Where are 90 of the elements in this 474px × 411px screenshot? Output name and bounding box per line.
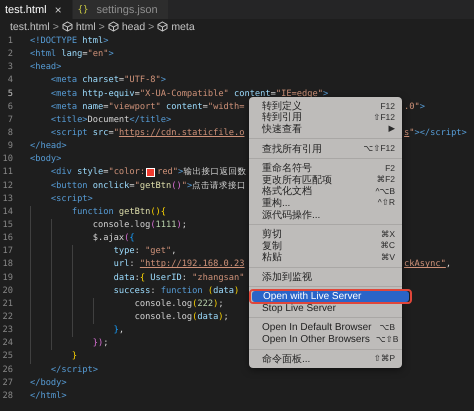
line-number: 25	[2, 350, 13, 364]
code-text: });	[92, 337, 108, 350]
menu-item[interactable]: 剪切 ⌘X	[251, 228, 400, 240]
menu-item[interactable]: 查找所有引用 ⌥⇧F12	[251, 142, 400, 154]
menu-item[interactable]: Open In Other Browsers ⌥⇧B	[251, 334, 400, 346]
tab-label: settings.json	[96, 4, 158, 16]
code-text: },	[112, 324, 124, 338]
line-number: 2	[6, 48, 13, 62]
code-text: .0">	[404, 100, 425, 114]
code-text: </body>	[30, 376, 67, 390]
breadcrumb-item[interactable]: head	[122, 20, 146, 32]
line-number: 16	[2, 232, 13, 246]
code-text: type: "get",	[112, 245, 176, 258]
line-number: 26	[2, 364, 13, 377]
code-text: success: function (data)	[112, 284, 240, 298]
line-number: 19	[2, 272, 13, 285]
code-text: <html lang="en">	[30, 48, 114, 62]
menu-item[interactable]: 快速查看 ▶	[251, 123, 400, 135]
line-number: 8	[6, 126, 13, 140]
menu-item[interactable]: 粘贴 ⌘V	[251, 252, 400, 264]
line-number: 18	[2, 258, 13, 272]
breadcrumb-item[interactable]: html	[76, 20, 96, 32]
code-text: <div style="color: red">输出接口返回数	[50, 166, 246, 180]
code-text: console.log(1111);	[92, 218, 187, 232]
menu-item[interactable]: Open In Default Browser ⌥B	[251, 322, 400, 334]
menu-item[interactable]: 转到引用 ⇧F12	[251, 112, 400, 124]
code-text: function getBtn(){	[70, 206, 166, 219]
code-text: console.log(data);	[134, 310, 229, 324]
code-text: <head>	[30, 61, 62, 74]
menu-item[interactable]: 添加到监视	[251, 271, 400, 283]
code-text: </head>	[30, 140, 67, 154]
line-number: 1	[6, 35, 13, 48]
line-number: 4	[6, 74, 13, 88]
menu-item[interactable]: 重构... ^⇧R	[251, 197, 400, 209]
menu-item[interactable]: 复制 ⌘C	[251, 240, 400, 252]
line-number: 28	[2, 390, 13, 403]
menu-item[interactable]: 转到定义 F12	[251, 100, 400, 112]
code-text: s"></script>	[404, 126, 467, 140]
line-number: 22	[2, 310, 13, 324]
breadcrumb-item[interactable]: meta	[171, 20, 195, 32]
code-text: <script src="https://cdn.staticfile.o	[50, 126, 244, 140]
code-text: <meta charset="UTF-8">	[50, 74, 166, 88]
line-number: 13	[2, 192, 13, 206]
menu-item[interactable]: Stop Live Server	[251, 302, 400, 314]
line-number: 27	[2, 376, 13, 390]
code-text: <body>	[30, 153, 62, 166]
menu-item[interactable]: 格式化文档 ^⌥B	[251, 186, 400, 198]
menu-item[interactable]: 命令面板... ⇧⌘P	[251, 353, 400, 365]
line-number: 17	[2, 245, 13, 258]
code-text: </html>	[30, 390, 67, 403]
code-text: console.log(222);	[134, 298, 224, 311]
line-number: 3	[6, 61, 13, 74]
line-number: 20	[2, 284, 13, 298]
line-number: 7	[6, 114, 13, 127]
code-text: <button onclick="getBtn()">点击请求接口	[50, 180, 246, 193]
menu-item[interactable]: 重命名符号 F2	[251, 162, 400, 174]
line-number: 9	[6, 140, 13, 154]
code-text: $.ajax({	[92, 232, 135, 246]
menu-item[interactable]: Open with Live Server	[252, 290, 409, 302]
menu-item[interactable]: 源代码操作...	[251, 208, 400, 220]
line-number: 11	[2, 166, 13, 180]
code-text: data:{ UserID: "zhangsan"	[112, 272, 244, 285]
code-text: </script>	[50, 364, 98, 377]
code-text: <!DOCTYPE html>	[30, 35, 108, 48]
code-text: <title>Document</title>	[50, 114, 172, 127]
chevron-icon: >	[52, 20, 59, 32]
line-number: 24	[2, 337, 13, 350]
editor-tab[interactable]: test.html ×	[0, 0, 72, 19]
tab-label: test.html	[5, 4, 47, 16]
chevron-icon: >	[98, 20, 105, 32]
close-icon[interactable]: ×	[54, 2, 62, 16]
code-text: url: "http://192.168.0.23	[112, 258, 244, 272]
line-number: 14	[2, 206, 13, 219]
code-text: <meta http-equiv="X-UA-Compatible" content="IE=edge">	[50, 88, 328, 100]
editor-tab[interactable]: {} settings.json	[72, 0, 168, 19]
line-number: 23	[2, 324, 13, 338]
line-number: 10	[2, 153, 13, 166]
chevron-icon: >	[148, 20, 154, 32]
menu-item[interactable]: 更改所有匹配项 ⌘F2	[251, 174, 400, 186]
code-text: <script>	[50, 192, 93, 206]
code-text: ckAsync",	[404, 258, 452, 272]
line-number: 5	[6, 88, 13, 101]
json-icon: {}	[78, 4, 88, 14]
breadcrumb-item[interactable]: test.html	[10, 20, 50, 32]
code-text: }	[70, 350, 78, 364]
line-number: 21	[2, 298, 13, 311]
line-number: 12	[2, 180, 13, 193]
code-text: <meta name="viewport" content="width=	[50, 100, 244, 114]
line-number: 15	[2, 218, 13, 232]
line-number: 6	[6, 100, 13, 114]
